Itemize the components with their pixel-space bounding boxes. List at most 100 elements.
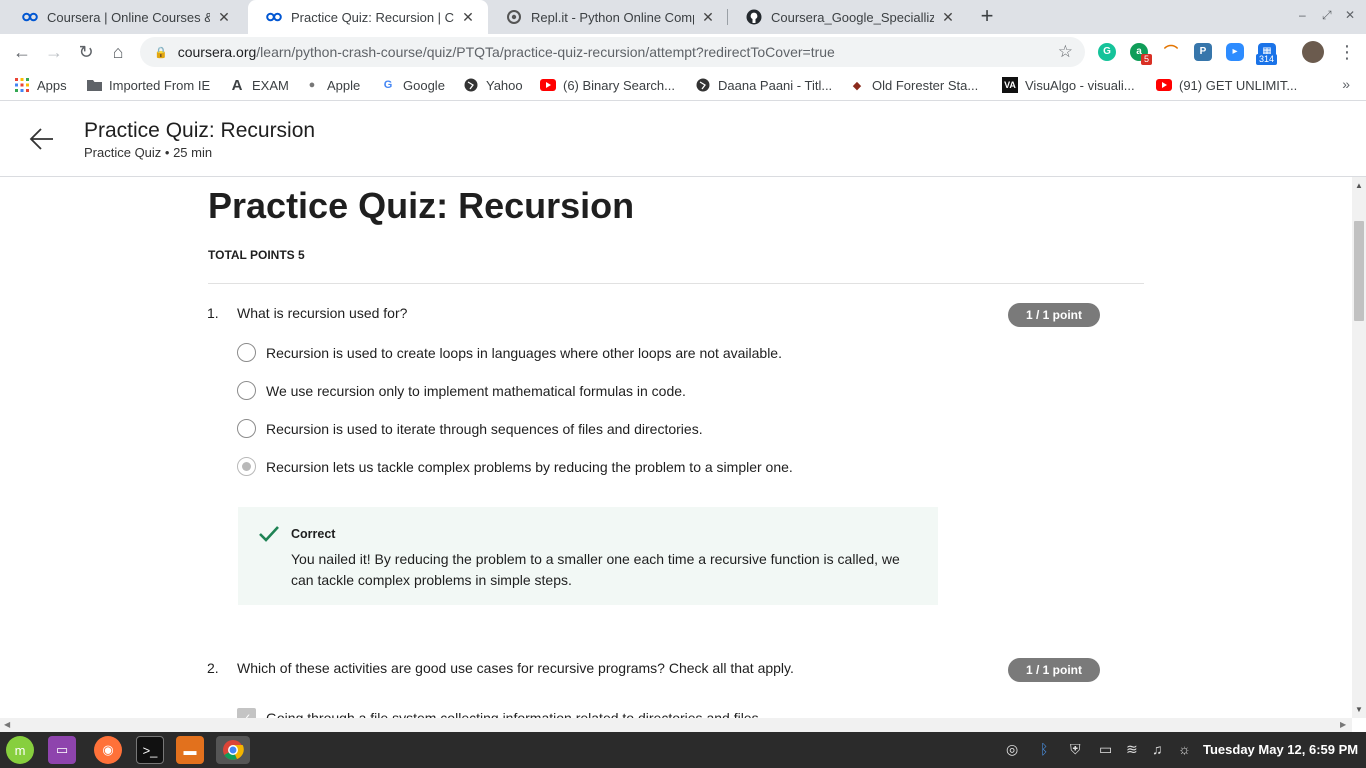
wifi-icon[interactable]: ≋	[1126, 741, 1138, 758]
chrome-taskbar-icon[interactable]	[216, 736, 250, 764]
folder-icon	[86, 77, 102, 93]
exam-icon: A	[231, 76, 243, 94]
back-icon[interactable]: ←	[11, 41, 33, 63]
answer-option-selected[interactable]: Recursion lets us tackle complex problem…	[237, 457, 793, 476]
bookmark-apps[interactable]: Apps	[14, 77, 67, 93]
bookmark-youtube[interactable]: (91) GET UNLIMIT...	[1156, 77, 1297, 93]
old-forester-icon: ◆	[852, 79, 862, 92]
bookmark-daana-paani[interactable]: Daana Paani - Titl...	[695, 77, 832, 93]
vertical-scrollbar[interactable]: ▲ ▼	[1352, 177, 1366, 718]
radio-button[interactable]	[237, 419, 256, 438]
radio-button[interactable]	[237, 381, 256, 400]
browser-tab-active[interactable]: Practice Quiz: Recursion | Cou ✕	[248, 0, 488, 34]
close-tab-icon[interactable]: ✕	[460, 9, 476, 26]
linux-mint-menu-icon[interactable]: m	[6, 736, 34, 764]
zoom-icon[interactable]: ▸	[1226, 43, 1244, 61]
display-icon[interactable]: ▭	[1099, 741, 1112, 758]
bookmark-label: (6) Binary Search...	[563, 77, 675, 93]
bookmark-star-icon[interactable]: ☆	[1058, 42, 1073, 62]
bookmark-google[interactable]: G Google	[380, 77, 445, 93]
quiz-heading: Practice Quiz: Recursion	[208, 185, 635, 226]
coursera-icon	[266, 9, 282, 25]
restore-icon[interactable]: ⤢	[1322, 8, 1332, 23]
apple-icon: ●	[308, 79, 316, 91]
home-icon[interactable]: ⌂	[107, 41, 129, 63]
radio-button[interactable]	[237, 343, 256, 362]
minimize-icon[interactable]: ‒	[1299, 8, 1306, 22]
close-window-icon[interactable]: ✕	[1345, 8, 1355, 22]
divider	[208, 283, 1144, 284]
reload-icon[interactable]: ↻	[75, 41, 97, 63]
scroll-right-icon[interactable]: ▶	[1340, 720, 1346, 729]
forward-icon[interactable]: →	[43, 41, 65, 63]
close-tab-icon[interactable]: ✕	[216, 9, 232, 26]
option-label: Going through a file system collecting i…	[266, 709, 763, 719]
tab-title: Repl.it - Python Online Compil	[531, 9, 694, 25]
firefox-icon[interactable]: ◉	[94, 736, 122, 764]
bookmark-youtube[interactable]: (6) Binary Search...	[540, 77, 675, 93]
horizontal-scrollbar[interactable]: ◀ ▶	[0, 718, 1352, 732]
question-number: 1.	[207, 305, 219, 321]
rainbow-extension-icon[interactable]: ⌒	[1162, 43, 1180, 61]
show-desktop-icon[interactable]: ▭	[48, 736, 76, 764]
tab-title: Coursera_Google_Speciallizat	[771, 9, 934, 25]
url-path: /learn/python-crash-course/quiz/PTQTa/pr…	[256, 44, 835, 60]
bookmark-label: VisuAlgo - visuali...	[1025, 77, 1135, 93]
new-tab-button[interactable]: +	[976, 5, 998, 28]
bookmark-visualgo[interactable]: VA VisuAlgo - visuali...	[1002, 77, 1135, 93]
brightness-icon[interactable]: ☼	[1178, 741, 1191, 757]
answer-option-checked[interactable]: ✓ Going through a file system collecting…	[237, 708, 762, 718]
question-text: Which of these activities are good use c…	[237, 660, 794, 676]
browser-tab-strip: Coursera | Online Courses & C ✕ Practice…	[0, 0, 1366, 34]
browser-toolbar: ← → ↻ ⌂ 🔒 coursera.org/learn/python-cras…	[0, 34, 1366, 70]
radio-button-selected[interactable]	[237, 457, 256, 476]
grammarly-icon[interactable]: G	[1098, 43, 1116, 61]
bookmark-folder[interactable]: Imported From IE	[86, 77, 210, 93]
chrome-tray-icon[interactable]: ◎	[1006, 741, 1018, 758]
python-icon[interactable]: P	[1194, 43, 1212, 61]
browser-tab[interactable]: Coursera_Google_Speciallizat ✕	[728, 0, 968, 34]
youtube-icon	[1156, 77, 1172, 93]
feedback-text: You nailed it! By reducing the problem t…	[291, 551, 900, 588]
answer-option[interactable]: Recursion is used to iterate through seq…	[237, 419, 703, 438]
back-arrow-icon[interactable]	[28, 125, 56, 153]
bookmark-apple[interactable]: ● Apple	[304, 77, 361, 93]
visualgo-icon: VA	[1002, 77, 1018, 93]
shield-icon[interactable]: ⛨	[1070, 741, 1081, 758]
browser-tab[interactable]: Coursera | Online Courses & C ✕	[4, 0, 244, 34]
option-label: Recursion is used to create loops in lan…	[266, 344, 782, 361]
github-icon	[746, 9, 762, 25]
address-bar[interactable]: 🔒 coursera.org/learn/python-crash-course…	[140, 37, 1085, 67]
answer-option[interactable]: We use recursion only to implement mathe…	[237, 381, 686, 400]
quiz-header: Practice Quiz: Recursion Practice Quiz •…	[0, 101, 1366, 177]
youtube-icon	[540, 77, 556, 93]
bookmark-old-forester[interactable]: ◆ Old Forester Sta...	[849, 77, 978, 93]
files-icon[interactable]: ▬	[176, 736, 204, 764]
close-tab-icon[interactable]: ✕	[940, 9, 956, 26]
answer-option[interactable]: Recursion is used to create loops in lan…	[237, 343, 782, 362]
total-points: TOTAL POINTS 5	[208, 248, 305, 262]
scroll-left-icon[interactable]: ◀	[4, 720, 10, 729]
close-tab-icon[interactable]: ✕	[700, 9, 716, 26]
checkbox-checked[interactable]: ✓	[237, 708, 256, 718]
bookmarks-overflow-icon[interactable]: »	[1342, 76, 1350, 92]
clock[interactable]: Tuesday May 12, 6:59 PM	[1203, 742, 1358, 757]
lock-icon: 🔒	[154, 46, 168, 59]
music-icon[interactable]: ♫	[1152, 741, 1163, 757]
browser-tab[interactable]: Repl.it - Python Online Compil ✕	[488, 0, 728, 34]
header-title: Practice Quiz: Recursion	[84, 119, 316, 142]
bluetooth-icon[interactable]: ᛒ	[1040, 741, 1048, 757]
scroll-up-icon[interactable]: ▲	[1355, 181, 1363, 190]
tab-title: Coursera | Online Courses & C	[47, 9, 210, 25]
feedback-box: Correct You nailed it! By reducing the p…	[238, 507, 938, 605]
terminal-icon[interactable]: >_	[136, 736, 164, 764]
bookmark-label: Imported From IE	[109, 77, 211, 93]
bookmark-exam[interactable]: A EXAM	[229, 76, 289, 94]
scroll-down-icon[interactable]: ▼	[1355, 705, 1363, 714]
extension-badge: 314	[1256, 54, 1278, 65]
globe-icon	[463, 77, 479, 93]
bookmark-yahoo[interactable]: Yahoo	[463, 77, 523, 93]
profile-avatar[interactable]	[1302, 41, 1324, 63]
scrollbar-thumb[interactable]	[1354, 221, 1364, 321]
chrome-menu-icon[interactable]: ⋮	[1336, 41, 1358, 63]
